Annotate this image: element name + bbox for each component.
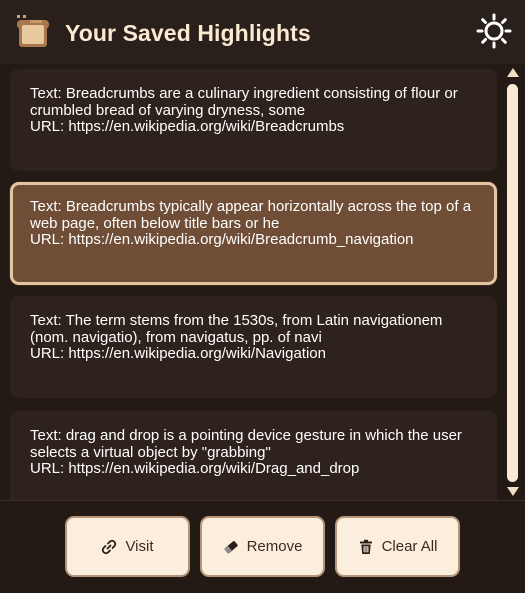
scroll-down-arrow-icon[interactable] (507, 487, 519, 496)
eraser-icon (223, 539, 239, 555)
highlight-text-cont: crumbled bread of varying dryness, some (30, 101, 306, 119)
highlight-card[interactable]: Text: drag and drop is a pointing device… (10, 411, 497, 500)
page-title: Your Saved Highlights (65, 20, 311, 46)
footer-toolbar: Visit Remove Clear All (0, 500, 525, 593)
visit-button[interactable]: Visit (65, 516, 190, 577)
link-icon (101, 539, 117, 555)
highlight-url: URL: https://en.wikipedia.org/wiki/Navig… (30, 345, 326, 362)
scrollbar[interactable] (503, 64, 523, 500)
highlights-popup: Your Saved Highlights Text: Breadcrumbs … (0, 0, 525, 593)
toast-logo-icon (14, 14, 50, 50)
trash-icon (358, 539, 374, 555)
remove-button[interactable]: Remove (200, 516, 325, 577)
clear-all-label: Clear All (381, 538, 438, 555)
highlights-list: Text: Breadcrumbs are a culinary ingredi… (0, 64, 502, 500)
clear-all-button[interactable]: Clear All (335, 516, 460, 577)
highlight-card[interactable]: Text: The term stems from the 1530s, fro… (10, 296, 497, 398)
highlight-card[interactable]: Text: Breadcrumbs are a culinary ingredi… (10, 69, 497, 171)
highlight-text-cont: web page, often below title bars or he (30, 214, 280, 232)
scroll-thumb[interactable] (507, 84, 518, 482)
highlight-url: URL: https://en.wikipedia.org/wiki/Drag_… (30, 460, 360, 477)
header: Your Saved Highlights (0, 0, 525, 64)
highlight-url: URL: https://en.wikipedia.org/wiki/Bread… (30, 231, 414, 248)
highlight-text: Text: Breadcrumbs are a culinary ingredi… (30, 85, 458, 102)
highlight-text: Text: drag and drop is a pointing device… (30, 427, 462, 444)
remove-label: Remove (246, 538, 303, 555)
highlight-text-cont: (nom. navigatio), from navigatus, pp. of… (30, 328, 322, 346)
highlight-card-selected[interactable]: Text: Breadcrumbs typically appear horiz… (10, 182, 497, 285)
visit-label: Visit (125, 538, 154, 555)
highlight-url: URL: https://en.wikipedia.org/wiki/Bread… (30, 118, 345, 135)
highlight-text: Text: Breadcrumbs typically appear horiz… (30, 198, 472, 215)
highlight-text: Text: The term stems from the 1530s, fro… (30, 312, 443, 329)
highlight-text-cont: selects a virtual object by "grabbing" (30, 443, 271, 461)
sun-icon[interactable] (476, 13, 512, 49)
scroll-up-arrow-icon[interactable] (507, 68, 519, 77)
